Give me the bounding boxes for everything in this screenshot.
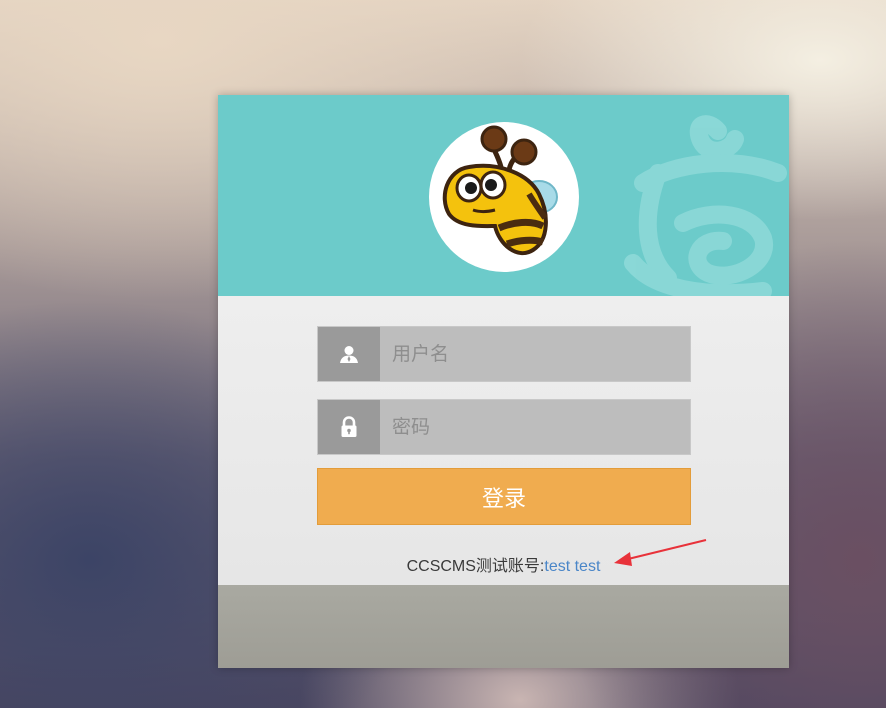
user-icon [318,327,380,381]
red-arrow-icon [614,539,707,566]
login-page: 登录 CCSCMS测试账号:test test [0,0,886,708]
lock-icon [318,400,380,454]
card-footer [218,585,789,668]
calligraphy-watermark-icon [624,115,787,296]
bee-mascot-icon [442,125,558,255]
username-input[interactable] [380,327,690,381]
test-account-credentials[interactable]: test test [544,558,600,575]
card-body: 登录 CCSCMS测试账号:test test [218,296,789,585]
username-field[interactable] [317,326,691,382]
avatar [429,122,579,272]
test-account-prefix: CCSCMS测试账号: [406,558,545,575]
card-header [218,95,789,296]
password-field[interactable] [317,399,691,455]
password-input[interactable] [380,400,690,454]
login-button[interactable]: 登录 [317,468,691,525]
login-card: 登录 CCSCMS测试账号:test test [218,95,789,668]
